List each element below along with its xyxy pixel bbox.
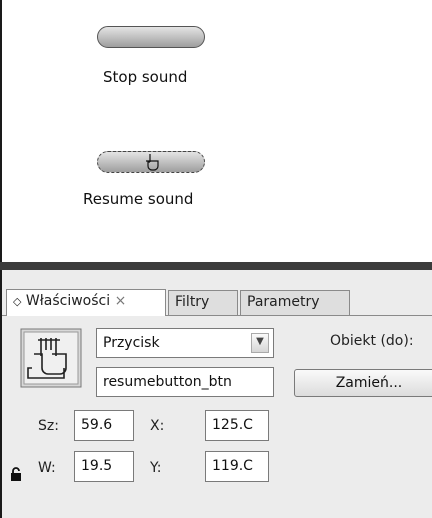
y-value: 119.C (212, 458, 253, 474)
height-value: 19.5 (81, 458, 113, 474)
lock-icon[interactable] (10, 467, 22, 481)
x-label: X: (150, 418, 165, 434)
x-value: 125.C (212, 417, 253, 433)
tab-properties[interactable]: ◇ Właściwości × (6, 289, 166, 316)
width-value: 59.6 (81, 417, 113, 433)
hand-cursor-icon (146, 154, 159, 171)
tab-parameters-label: Parametry (247, 294, 320, 310)
tab-filters[interactable]: Filtry (168, 290, 238, 315)
tab-parameters[interactable]: Parametry (240, 290, 350, 315)
height-label: W: (38, 460, 56, 476)
object-label: Obiekt (do): (330, 333, 414, 349)
y-label: Y: (150, 460, 162, 476)
height-input[interactable]: 19.5 (74, 451, 134, 482)
symbol-type-select[interactable]: Przycisk ▼ (96, 328, 274, 358)
swap-button[interactable]: Zamień... (294, 369, 432, 397)
tab-filters-label: Filtry (175, 294, 210, 310)
width-label: Sz: (38, 418, 59, 434)
properties-panel: ◇ Właściwości × Filtry Parametry Przycis… (0, 270, 432, 518)
instance-name-value: resumebutton_btn (103, 374, 232, 390)
panel-divider[interactable] (0, 262, 432, 270)
symbol-type-value: Przycisk (103, 335, 160, 351)
button-symbol-icon (20, 328, 82, 388)
resume-sound-label: Resume sound (83, 190, 194, 208)
tab-close-icon[interactable]: × (115, 293, 127, 309)
stop-sound-label: Stop sound (103, 68, 188, 86)
tab-properties-label: Właściwości (25, 293, 111, 309)
tab-collapse-icon[interactable]: ◇ (13, 295, 21, 308)
dropdown-arrow-icon[interactable]: ▼ (251, 333, 269, 353)
width-input[interactable]: 59.6 (74, 410, 134, 441)
instance-name-input[interactable]: resumebutton_btn (96, 367, 274, 397)
resume-sound-button[interactable] (97, 151, 205, 173)
x-input[interactable]: 125.C (205, 410, 269, 441)
stage-canvas[interactable]: Stop sound Resume sound (0, 0, 432, 262)
stop-sound-button[interactable] (97, 26, 205, 48)
y-input[interactable]: 119.C (205, 451, 269, 482)
